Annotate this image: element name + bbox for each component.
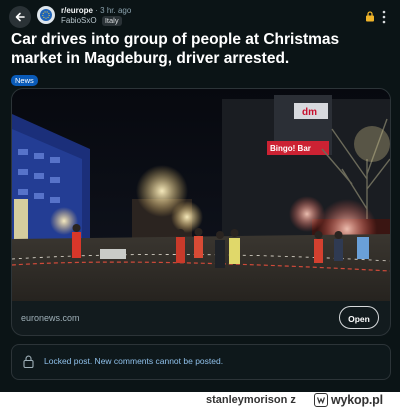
subreddit-name[interactable]: r/europe [61,6,93,15]
watermark-footer: stanleymorison z wykop.pl [0,392,400,410]
locked-notice-text: Locked post. New comments cannot be post… [44,356,224,366]
link-domain[interactable]: euronews.com [21,313,80,323]
subreddit-avatar-icon[interactable] [37,6,55,24]
locked-post-notice: Locked post. New comments cannot be post… [11,344,391,380]
user-flair: Italy [101,16,122,26]
post-age: 3 hr. ago [100,6,132,15]
watermark-source: z [290,394,296,406]
meta-separator: · [95,6,98,15]
lock-icon [23,355,34,368]
back-button[interactable] [9,6,31,28]
open-link-button[interactable]: Open [339,306,379,329]
link-preview-card[interactable]: dm Bingo! Bar euronews.com Open [11,88,391,336]
post-title[interactable]: Car drives into group of people at Chris… [11,30,391,68]
lock-icon [366,11,374,22]
subreddit-logo [40,9,52,21]
more-vertical-icon[interactable] [382,10,386,24]
reddit-post-view: r/europe · 3 hr. ago FabioSxO Italy Car … [0,0,400,392]
back-arrow-icon [15,12,25,22]
watermark-author-name: stanleymorison [206,394,288,406]
post-meta-top: r/europe · 3 hr. ago [61,6,131,16]
post-header: r/europe · 3 hr. ago FabioSxO Italy [0,0,400,30]
stall-sign: Bingo! Bar [270,144,311,153]
watermark-site: wykop.pl [331,393,383,407]
watermark-author: stanleymorison z [206,394,296,406]
link-thumbnail-image[interactable]: dm Bingo! Bar [12,89,390,301]
post-author[interactable]: FabioSxO [61,16,97,25]
store-sign: dm [302,107,317,118]
post-tag: News [11,75,38,86]
post-meta-bottom: FabioSxO Italy [61,16,122,26]
wykop-logo-icon [314,393,328,407]
